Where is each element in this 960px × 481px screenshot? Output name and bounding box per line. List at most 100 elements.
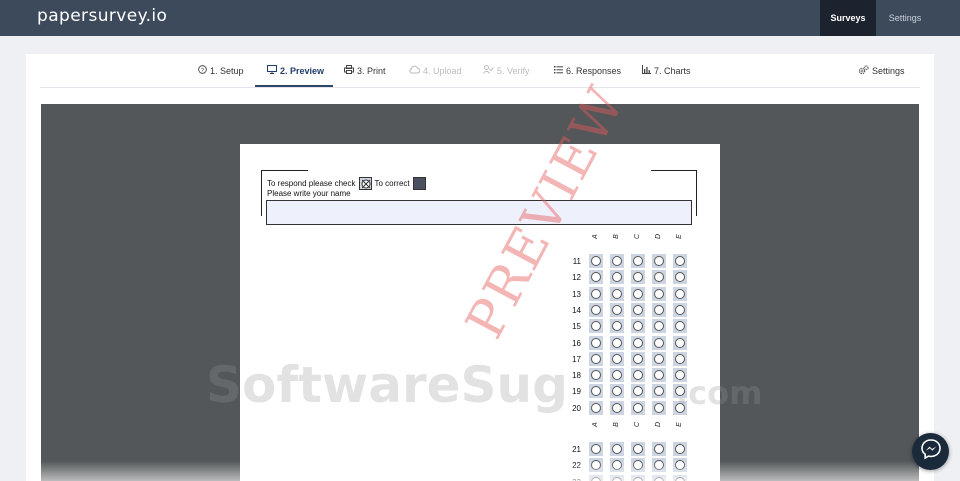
- tab-verify[interactable]: 5. Verify: [483, 65, 530, 76]
- answer-bubble: [631, 335, 645, 350]
- answer-bubble: [610, 319, 624, 334]
- main-panel: ? 1. Setup 2. Preview 3. Print 4. Upload: [26, 54, 934, 481]
- question-number: 21: [572, 445, 581, 454]
- answer-bubble: [631, 368, 645, 383]
- answer-bubble: [631, 351, 645, 366]
- list-icon: [554, 65, 563, 76]
- app-logo[interactable]: papersurvey.io: [37, 6, 167, 26]
- tab-upload[interactable]: 4. Upload: [409, 65, 462, 76]
- answer-bubble: [631, 400, 645, 415]
- question-number: 16: [572, 338, 581, 348]
- answer-bubble: [673, 442, 687, 456]
- answer-bubble: [673, 302, 687, 317]
- answer-bubble: [589, 368, 603, 383]
- answer-bubble: [589, 400, 603, 415]
- column-letter: B: [612, 422, 620, 427]
- column-letter: C: [634, 233, 642, 240]
- tab-setup[interactable]: ? 1. Setup: [198, 65, 244, 76]
- tab-label: 4. Upload: [423, 65, 462, 76]
- tab-label: 6. Responses: [566, 65, 622, 76]
- answer-bubble: [610, 335, 624, 350]
- answer-bubble: [673, 286, 687, 301]
- cloud-upload-icon: [409, 65, 421, 76]
- answer-bubble: [589, 302, 603, 317]
- answer-bubble: [631, 302, 645, 317]
- answer-bubble: [631, 286, 645, 301]
- answer-bubble: [589, 442, 603, 456]
- top-navbar: papersurvey.io Surveys Settings: [0, 0, 960, 36]
- answer-bubble: [652, 368, 666, 383]
- answer-bubble: [610, 302, 624, 317]
- user-check-icon: [483, 65, 494, 76]
- brand-watermark: SoftwareSug: [206, 356, 568, 414]
- column-letter: A: [591, 234, 599, 239]
- answer-bubble: [673, 335, 687, 350]
- name-label: Please write your name: [267, 189, 351, 198]
- nav-surveys[interactable]: Surveys: [820, 0, 876, 36]
- messenger-icon: [919, 437, 943, 466]
- gears-icon: [858, 65, 869, 77]
- answer-bubble: [589, 319, 603, 334]
- frame-line: [261, 170, 308, 171]
- settings-link-label: Settings: [872, 66, 905, 76]
- answer-bubble: [610, 384, 624, 399]
- column-letter: D: [655, 421, 663, 428]
- answer-bubble: [673, 319, 687, 334]
- column-letter: D: [655, 233, 663, 240]
- tab-responses[interactable]: 6. Responses: [554, 65, 621, 76]
- question-number: 11: [572, 257, 581, 266]
- answer-bubble: [610, 286, 624, 301]
- messenger-chat-button[interactable]: [912, 433, 949, 470]
- column-letter: C: [634, 421, 642, 428]
- question-number: 18: [572, 371, 581, 381]
- answer-bubble: [652, 400, 666, 415]
- frame-line: [651, 170, 697, 171]
- nav-settings[interactable]: Settings: [876, 0, 934, 36]
- answer-bubble: [673, 351, 687, 366]
- question-number: 20: [572, 403, 581, 413]
- settings-link[interactable]: Settings: [858, 65, 905, 77]
- question-number: 15: [572, 322, 581, 332]
- question-number: 17: [572, 354, 581, 364]
- respond-instruction: To respond please check: [267, 179, 356, 188]
- answer-bubble: [589, 384, 603, 399]
- answer-bubble: [631, 319, 645, 334]
- question-number: 12: [572, 273, 581, 283]
- answer-bubble: [610, 351, 624, 366]
- answer-bubble: [589, 351, 603, 366]
- answer-bubble: [589, 270, 603, 285]
- question-number: 19: [572, 387, 581, 397]
- answer-bubble: [652, 302, 666, 317]
- answer-bubble: [673, 254, 687, 268]
- answer-bubble: [652, 335, 666, 350]
- answer-bubble: [631, 270, 645, 285]
- answer-bubble: [631, 384, 645, 399]
- column-letter: E: [675, 422, 683, 427]
- bar-chart-icon: [642, 65, 651, 76]
- viewer-bottom-fade: [41, 461, 919, 481]
- answer-bubble: [652, 442, 666, 456]
- answer-bubble: [631, 254, 645, 268]
- tab-preview[interactable]: 2. Preview: [267, 65, 324, 76]
- name-input-box: [266, 200, 692, 225]
- answer-bubble: [610, 442, 624, 456]
- tab-label: 7. Charts: [654, 65, 691, 76]
- tab-label: 2. Preview: [280, 65, 325, 76]
- tab-label: 5. Verify: [497, 65, 530, 76]
- answer-bubble: [589, 335, 603, 350]
- tab-print[interactable]: 3. Print: [344, 65, 386, 76]
- answer-bubble: [652, 351, 666, 366]
- printer-icon: [344, 65, 354, 76]
- filled-box-example: [412, 177, 426, 190]
- column-letter: B: [612, 234, 620, 239]
- checked-box-example: [358, 177, 372, 190]
- tab-charts[interactable]: 7. Charts: [642, 65, 691, 76]
- frame-line: [261, 170, 262, 216]
- answer-bubble: [610, 254, 624, 268]
- answer-bubble: [652, 319, 666, 334]
- frame-line: [696, 170, 697, 216]
- tab-label: 3. Print: [357, 65, 386, 76]
- answer-bubble: [589, 254, 603, 268]
- column-letter: E: [675, 234, 683, 239]
- answer-bubble: [631, 442, 645, 456]
